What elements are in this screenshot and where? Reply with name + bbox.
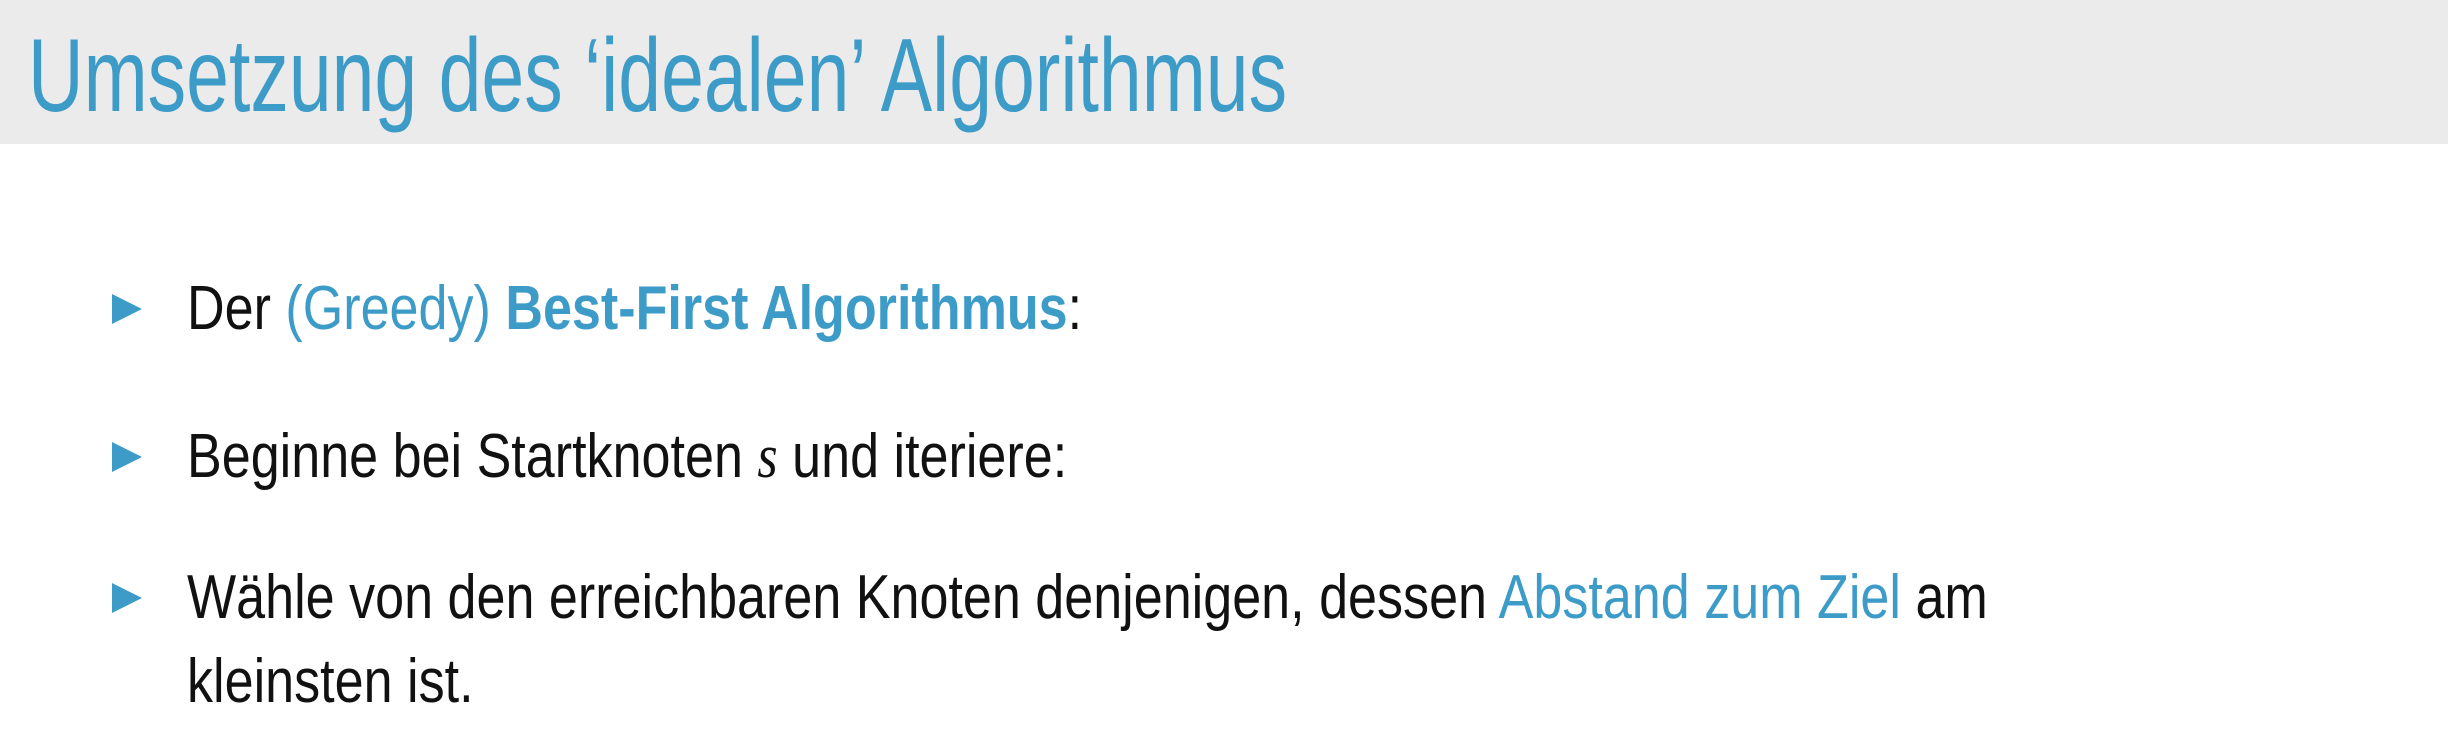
- triangle-right-icon: [112, 442, 142, 472]
- bullet-item-3-continuation: kleinsten ist.: [187, 647, 474, 716]
- text: :: [1067, 274, 1083, 343]
- text: [491, 274, 505, 343]
- slide-header: Umsetzung des ‘idealen’ Algorithmus: [0, 0, 2448, 144]
- highlight-text: Abstand zum Ziel: [1498, 563, 1901, 632]
- text: am: [1900, 563, 1988, 632]
- bullet-item-1: Der (Greedy) Best-First Algorithmus:: [187, 278, 1082, 340]
- greedy-label: (Greedy): [285, 274, 491, 343]
- bullet-item-2: Beginne bei Startknoten s und iteriere:: [187, 423, 1067, 491]
- triangle-right-icon: [112, 583, 142, 613]
- bullet-item-3: Wähle von den erreichbaren Knoten denjen…: [187, 567, 1988, 629]
- text: Der: [187, 274, 286, 343]
- math-variable: s: [757, 423, 778, 491]
- slide-title: Umsetzung des ‘idealen’ Algorithmus: [28, 18, 1288, 134]
- text: und iteriere:: [777, 422, 1068, 491]
- text: Wähle von den erreichbaren Knoten denjen…: [187, 563, 1499, 632]
- text: Beginne bei Startknoten: [187, 422, 758, 491]
- algorithm-name: Best-First Algorithmus: [505, 274, 1068, 343]
- triangle-right-icon: [112, 294, 142, 324]
